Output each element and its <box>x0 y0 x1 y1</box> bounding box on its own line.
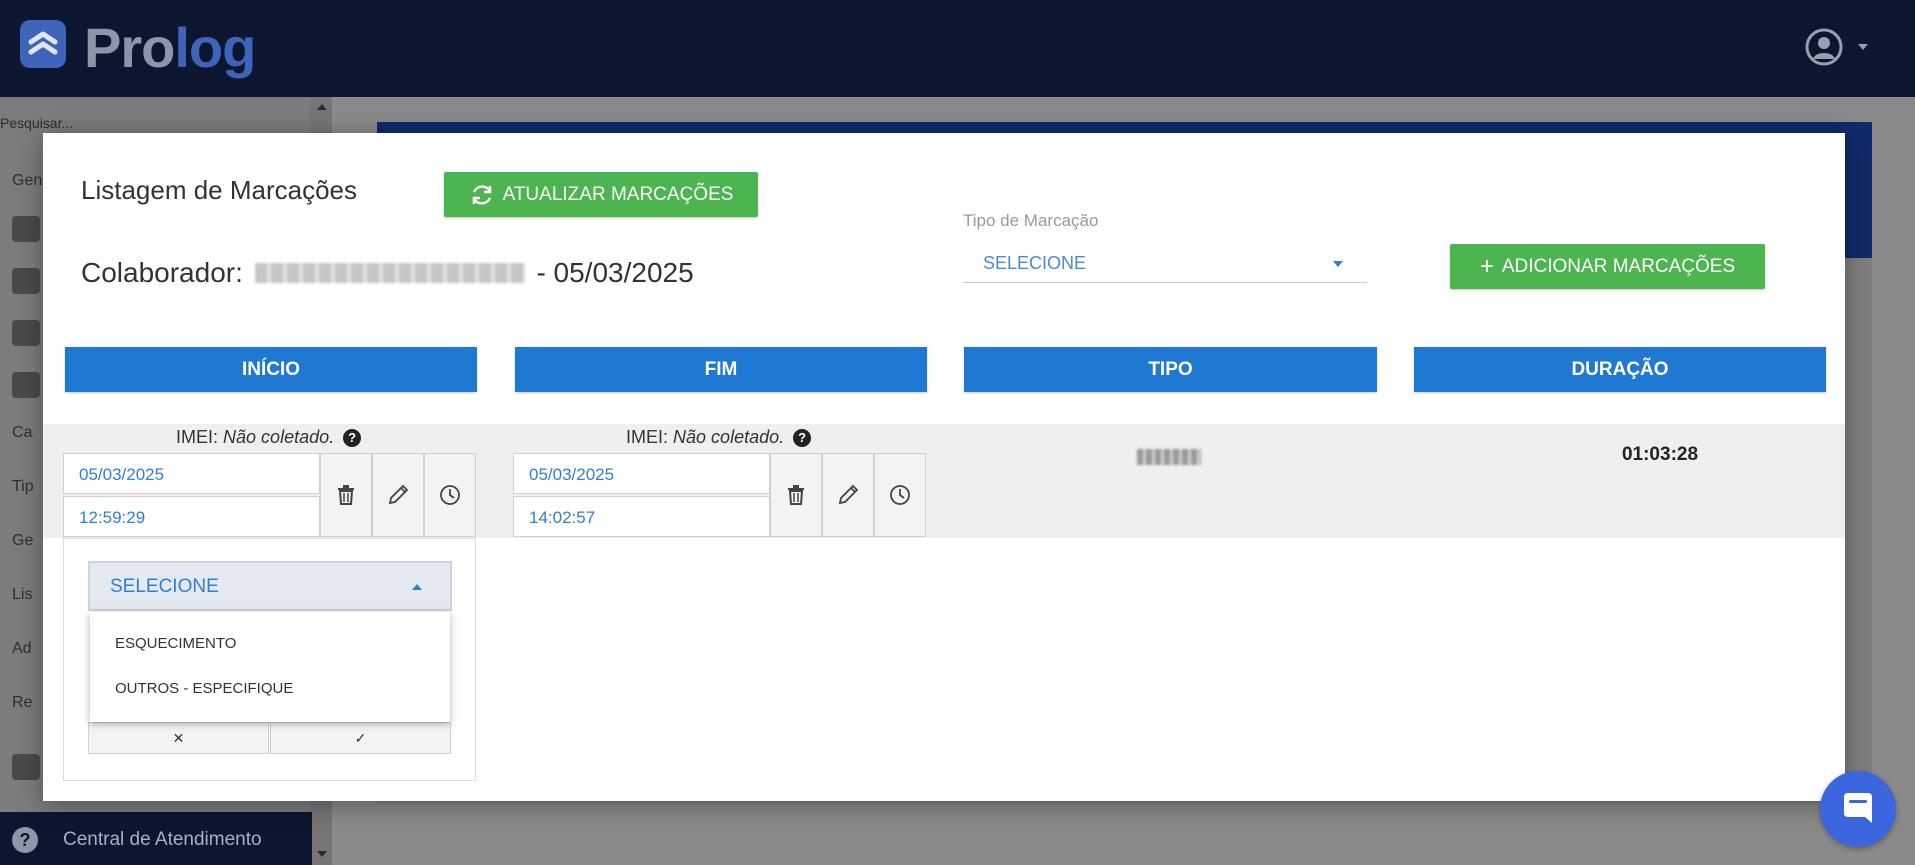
help-center-bar[interactable]: ? Central de Atendimento <box>0 812 312 865</box>
imei-info-start: IMEI: Não coletado. ? <box>176 427 362 448</box>
briefcase-icon <box>12 320 40 346</box>
trash-icon <box>338 485 354 505</box>
sidebar-item[interactable]: Gen <box>12 172 42 190</box>
add-label: ADICIONAR MARCAÇÕES <box>1501 255 1736 277</box>
scroll-up-icon[interactable] <box>317 104 327 110</box>
top-app-bar: Prolog <box>0 0 1915 97</box>
refresh-marcacoes-button[interactable]: ATUALIZAR MARCAÇÕES <box>444 172 758 217</box>
users-icon <box>12 216 40 242</box>
user-icon[interactable] <box>1805 28 1843 66</box>
clock-icon <box>440 485 460 505</box>
help-icon: ? <box>12 827 38 853</box>
time-start-button[interactable] <box>424 453 476 537</box>
colaborador-label: Colaborador: <box>81 257 243 288</box>
tipo-marcacao-select[interactable]: SELECIONE <box>963 243 1367 283</box>
sidebar-item[interactable]: Ca <box>12 424 32 442</box>
colaborador-line: Colaborador: - 05/03/2025 <box>81 257 694 289</box>
delete-end-button[interactable] <box>770 453 822 537</box>
sidebar-search-input[interactable]: Pesquisar... <box>0 101 332 133</box>
badge-icon <box>12 268 40 294</box>
clock-icon <box>12 372 40 398</box>
confirm-button[interactable]: ✓ <box>270 722 451 754</box>
sidebar-item[interactable]: Tip <box>12 478 34 496</box>
logo-wordmark[interactable]: Prolog <box>84 18 256 78</box>
chat-icon <box>1844 793 1872 823</box>
sidebar-item[interactable]: Ge <box>12 532 33 550</box>
end-date-input[interactable]: 05/03/2025 <box>513 453 770 494</box>
column-header-fim: FIM <box>515 347 927 392</box>
end-time-input[interactable]: 14:02:57 <box>513 496 770 537</box>
plus-icon: + <box>1479 252 1494 280</box>
pencil-icon <box>388 484 409 505</box>
time-end-button[interactable] <box>874 453 926 537</box>
delete-start-button[interactable] <box>320 453 372 537</box>
option-esquecimento[interactable]: ESQUECIMENTO <box>115 635 236 652</box>
imei-info-end: IMEI: Não coletado. ? <box>626 427 812 448</box>
column-header-inicio: INÍCIO <box>65 347 477 392</box>
refresh-icon <box>472 184 491 205</box>
marcacoes-modal: Listagem de Marcações ATUALIZAR MARCAÇÕE… <box>43 133 1845 801</box>
sidebar-item[interactable]: Lis <box>12 586 32 604</box>
justification-select-value: SELECIONE <box>110 576 219 597</box>
logo-icon <box>20 20 66 68</box>
tipo-value-redacted <box>1137 449 1201 465</box>
colaborador-name-redacted <box>254 262 525 283</box>
trash-icon <box>788 485 804 505</box>
cancel-button[interactable]: ✕ <box>88 722 269 754</box>
scroll-down-icon[interactable] <box>317 851 327 857</box>
help-center-label: Central de Atendimento <box>63 829 262 850</box>
option-outros[interactable]: OUTROS - ESPECIFIQUE <box>115 680 293 697</box>
sidebar-item[interactable]: Re <box>12 694 32 712</box>
duration-value: 01:03:28 <box>1621 444 1699 465</box>
help-icon[interactable]: ? <box>343 429 362 447</box>
help-icon[interactable]: ? <box>793 429 812 447</box>
sidebar-item[interactable]: Ad <box>12 640 32 658</box>
modal-title: Listagem de Marcações <box>81 175 358 205</box>
column-header-duracao: DURAÇÃO <box>1414 347 1826 392</box>
add-marcacoes-button[interactable]: + ADICIONAR MARCAÇÕES <box>1450 244 1765 289</box>
start-time-input[interactable]: 12:59:29 <box>63 496 320 537</box>
tipo-marcacao-label: Tipo de Marcação <box>963 211 1099 230</box>
chat-button[interactable] <box>1820 771 1896 847</box>
chevron-down-icon[interactable] <box>1858 44 1868 50</box>
clock-icon <box>890 485 910 505</box>
start-date-input[interactable]: 05/03/2025 <box>63 453 320 494</box>
refresh-label: ATUALIZAR MARCAÇÕES <box>502 183 734 205</box>
edit-end-button[interactable] <box>822 453 874 537</box>
justification-dropdown-menu: ESQUECIMENTO OUTROS - ESPECIFIQUE <box>90 612 450 722</box>
tipo-marcacao-value: SELECIONE <box>983 253 1087 273</box>
chevron-up-icon <box>412 584 422 590</box>
column-header-tipo: TIPO <box>964 347 1377 392</box>
colaborador-date: - 05/03/2025 <box>536 257 694 288</box>
chevron-down-icon <box>1333 261 1343 267</box>
pencil-icon <box>838 484 859 505</box>
justification-select[interactable]: SELECIONE <box>88 561 452 611</box>
edit-start-button[interactable] <box>372 453 424 537</box>
book-icon <box>12 754 40 780</box>
